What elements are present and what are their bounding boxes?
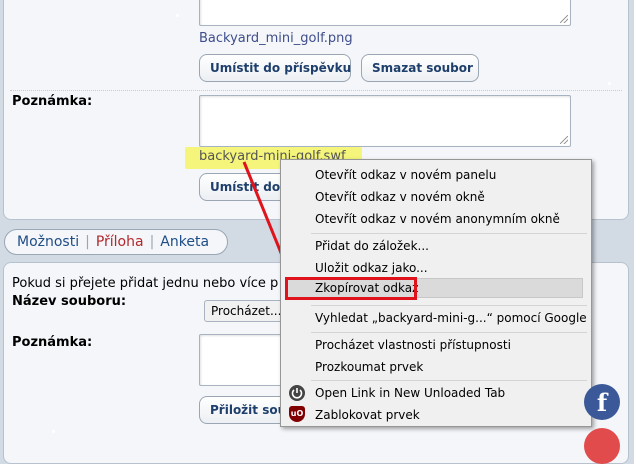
note-label-1: Poznámka: <box>12 94 93 109</box>
menu-item-open-unloaded-tab[interactable]: Open Link in New Unloaded Tab <box>315 383 505 403</box>
menu-item-bookmark[interactable]: Přidat do záložek... <box>315 236 429 256</box>
note-textarea-1[interactable] <box>199 0 571 26</box>
resize-handle[interactable] <box>560 15 568 23</box>
ublock-shield-icon: uO <box>289 406 305 422</box>
menu-item-open-private-window[interactable]: Otevřít odkaz v novém anonymním okně <box>315 209 560 229</box>
menu-item-open-new-tab[interactable]: Otevřít odkaz v novém panelu <box>315 165 496 185</box>
menu-item-accessibility[interactable]: Procházet vlastnosti přístupnosti <box>315 335 511 355</box>
filename-label: Název souboru: <box>12 294 127 309</box>
delete-file-button[interactable]: Smazat soubor <box>361 54 479 82</box>
snowflake <box>608 82 611 85</box>
snowflake <box>176 14 179 17</box>
copy-link-annotation-box <box>285 277 417 300</box>
insert-into-post-button-1[interactable]: Umístit do příspěvku <box>199 54 351 82</box>
facebook-icon[interactable]: f <box>584 384 620 420</box>
power-icon <box>289 385 305 401</box>
tab-options[interactable]: Možnosti <box>17 234 79 250</box>
menu-separator <box>311 332 587 333</box>
upload-intro-text: Pokud si přejete přidat jednu nebo více … <box>12 276 279 291</box>
snowflake <box>52 430 55 433</box>
tab-separator: | <box>149 234 155 250</box>
menu-item-open-new-window[interactable]: Otevřít odkaz v novém okně <box>315 187 485 207</box>
share-icon[interactable] <box>584 428 620 464</box>
menu-separator <box>311 233 587 234</box>
menu-item-block-element[interactable]: Zablokovat prvek <box>315 405 420 425</box>
attachment-filename-link-1[interactable]: Backyard_mini_golf.png <box>199 31 353 46</box>
attach-file-button[interactable]: Přiložit sou <box>199 396 289 424</box>
divider <box>10 90 622 91</box>
note-label-2: Poznámka: <box>12 335 93 350</box>
resize-handle[interactable] <box>560 136 568 144</box>
insert-into-post-button-2[interactable]: Umístit do <box>199 173 289 201</box>
menu-separator <box>311 380 587 381</box>
tab-bar: Možnosti | Příloha | Anketa <box>4 229 228 255</box>
browse-button[interactable]: Procházet... <box>204 300 289 322</box>
menu-separator <box>311 305 587 306</box>
note-textarea-2[interactable] <box>199 95 571 147</box>
tab-separator: | <box>85 234 90 250</box>
menu-item-save-link[interactable]: Uložit odkaz jako... <box>315 258 428 278</box>
tab-poll[interactable]: Anketa <box>160 234 209 250</box>
tab-attachment[interactable]: Příloha <box>96 234 144 250</box>
menu-item-inspect[interactable]: Prozkoumat prvek <box>315 357 423 377</box>
menu-item-search-google[interactable]: Vyhledat „backyard-mini-g...“ pomocí Goo… <box>315 308 587 328</box>
